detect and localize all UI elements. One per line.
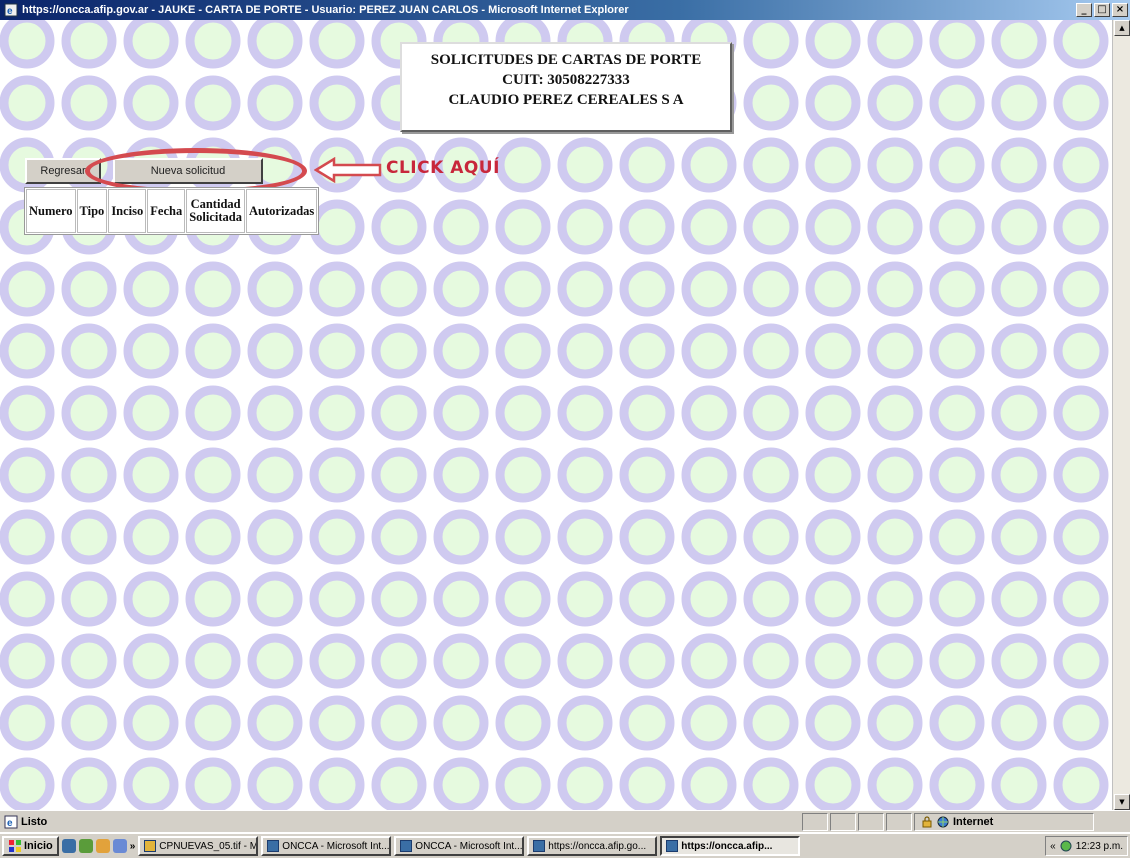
clock: 12:23 p.m. [1075, 840, 1123, 852]
image-icon [144, 840, 157, 852]
solicitudes-table: Numero Tipo Inciso Fecha Cantidad Solici… [24, 187, 320, 235]
taskbar: Inicio » CPNUEVAS_05.tif - M... ONCCA - … [0, 832, 1130, 858]
taskbar-item[interactable]: ONCCA - Microsoft Int... [394, 836, 525, 856]
quicklaunch-desktop-icon[interactable] [78, 839, 93, 853]
start-button[interactable]: Inicio [2, 836, 59, 856]
status-cell [858, 812, 884, 831]
lock-icon [922, 815, 932, 827]
quicklaunch-explorer-icon[interactable] [112, 839, 127, 853]
quicklaunch-ie-icon[interactable] [61, 839, 76, 853]
column-numero: Numero [26, 189, 76, 233]
taskbar-item-label: ONCCA - Microsoft Int... [282, 840, 390, 852]
scroll-down-arrow-icon[interactable]: ▼ [1114, 794, 1130, 810]
taskbar-item-label: https://oncca.afip... [681, 840, 773, 852]
tray-overflow[interactable]: « [1050, 841, 1056, 852]
taskbar-item-label: CPNUEVAS_05.tif - M... [159, 840, 259, 852]
zone-label: Internet [953, 815, 994, 828]
vertical-scrollbar[interactable]: ▲ ▼ [1112, 20, 1130, 810]
click-here-annotation: CLICK AQUÍ [386, 158, 500, 178]
quicklaunch-media-icon[interactable] [95, 839, 110, 853]
scroll-up-arrow-icon[interactable]: ▲ [1114, 20, 1130, 36]
security-zone[interactable]: Internet [914, 812, 1094, 831]
ie-window-icon [400, 840, 413, 852]
taskbar-item[interactable]: CPNUEVAS_05.tif - M... [138, 836, 259, 856]
status-bar: e Listo Internet [0, 810, 1130, 832]
column-cantidad-line2: Solicitada [189, 210, 242, 224]
status-cell [830, 812, 856, 831]
page-header-box: SOLICITUDES DE CARTAS DE PORTE CUIT: 305… [400, 42, 732, 132]
start-label: Inicio [24, 840, 53, 852]
svg-text:e: e [7, 818, 13, 829]
close-button[interactable]: × [1112, 3, 1128, 17]
company-name: CLAUDIO PEREZ CEREALES S A [448, 92, 684, 108]
window-title-bar[interactable]: e https://oncca.afip.gov.ar - JAUKE - CA… [0, 0, 1130, 20]
ie-window-icon [267, 840, 280, 852]
minimize-button[interactable]: _ [1076, 3, 1092, 17]
taskbar-item-label: https://oncca.afip.go... [548, 840, 647, 852]
table-header-row: Numero Tipo Inciso Fecha Cantidad Solici… [26, 189, 318, 233]
column-cantidad-line1: Cantidad [190, 197, 241, 211]
page-icon: e [4, 815, 18, 829]
taskbar-item[interactable]: https://oncca.afip.go... [527, 836, 658, 856]
quicklaunch-overflow[interactable]: » [130, 841, 136, 852]
window-title: https://oncca.afip.gov.ar - JAUKE - CART… [22, 4, 629, 16]
taskbar-item[interactable]: ONCCA - Microsoft Int... [261, 836, 392, 856]
taskbar-item-active[interactable]: https://oncca.afip... [660, 836, 801, 856]
page-content [0, 20, 1112, 810]
globe-icon [937, 816, 949, 827]
taskbar-item-label: ONCCA - Microsoft Int... [415, 840, 523, 852]
left-arrow-icon [314, 157, 382, 183]
network-icon[interactable] [1060, 840, 1072, 852]
column-autorizadas: Autorizadas [246, 189, 318, 233]
status-text: Listo [21, 815, 48, 828]
column-cantidad-solicitada: Cantidad Solicitada [186, 189, 245, 233]
page-title: SOLICITUDES DE CARTAS DE PORTE [430, 52, 702, 68]
column-fecha: Fecha [147, 189, 186, 233]
status-cell [802, 812, 828, 831]
window-controls: _ □ × [1076, 3, 1128, 17]
ie-window-icon [533, 840, 546, 852]
status-left: e Listo [0, 815, 800, 829]
column-inciso: Inciso [108, 189, 147, 233]
cuit-label: CUIT: 30508227333 [502, 72, 630, 88]
svg-text:e: e [7, 6, 13, 17]
ie-window-icon [666, 840, 679, 852]
system-tray: « 12:23 p.m. [1045, 836, 1128, 856]
status-cell [886, 812, 912, 831]
maximize-button[interactable]: □ [1094, 3, 1110, 17]
internet-explorer-icon: e [4, 3, 18, 17]
windows-logo-icon [9, 840, 21, 852]
column-tipo: Tipo [76, 189, 108, 233]
